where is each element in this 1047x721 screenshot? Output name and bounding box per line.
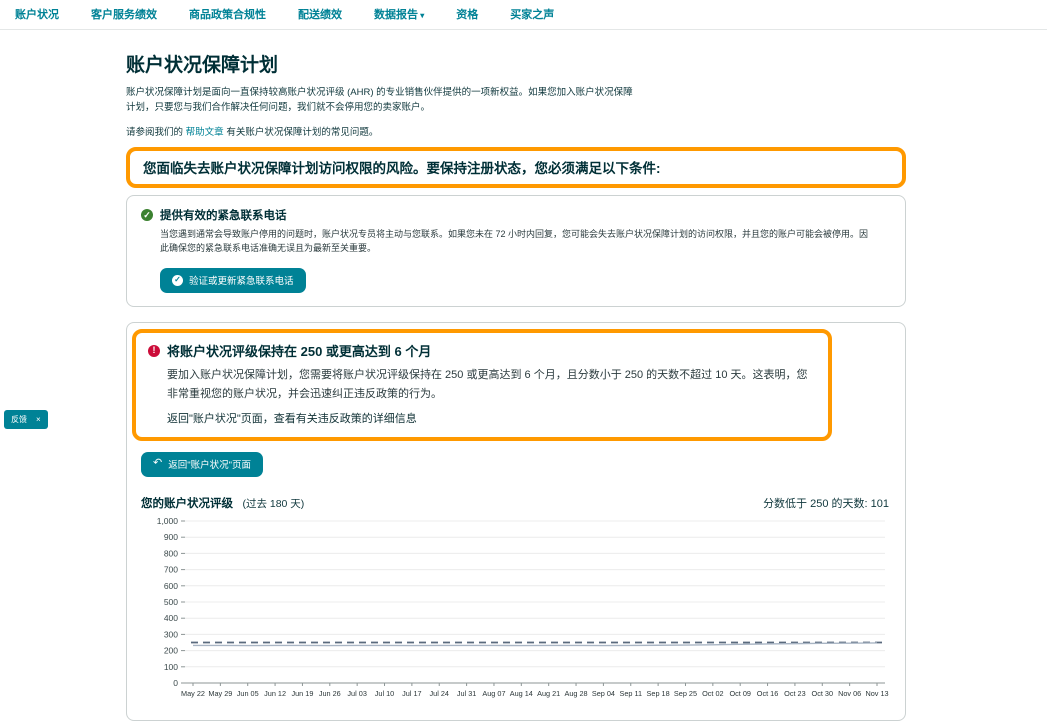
svg-text:Jul 10: Jul 10 [375,689,394,698]
svg-text:Oct 02: Oct 02 [702,689,724,698]
nav-item-6[interactable]: 资格 [456,6,478,22]
svg-text:200: 200 [164,645,178,655]
svg-text:400: 400 [164,613,178,623]
risk-warning-highlight: 您面临失去账户状况保障计划访问权限的风险。要保持注册状态，您必须满足以下条件: [126,147,906,189]
help-suffix: 有关账户状况保障计划的常见问题。 [226,127,379,139]
rating-requirement-highlight: ! 将账户状况评级保持在 250 或更高达到 6 个月 要加入账户状况保障计划，… [132,329,832,441]
chart-header: 您的账户状况评级 (过去 180 天) 分数低于 250 的天数: 101 [141,494,889,512]
svg-text:Sep 11: Sep 11 [619,689,642,698]
verify-contact-button[interactable]: ✓ 验证或更新紧急联系电话 [160,268,306,294]
nav-item-1[interactable]: 账户状况 [15,6,59,22]
verify-contact-button-label: 验证或更新紧急联系电话 [189,276,294,288]
emergency-contact-body: 当您遇到通常会导致账户停用的问题时，账户状况专员将主动与您联系。如果您未在 72… [160,229,869,254]
nav-item-2[interactable]: 客户服务绩效 [91,6,157,22]
return-arrow-icon: ↶ [153,457,163,470]
nav-item-5[interactable]: 数据报告 ▾ [374,6,424,22]
svg-text:Oct 09: Oct 09 [729,689,751,698]
chevron-down-icon: ▾ [418,11,425,20]
svg-text:Sep 04: Sep 04 [592,689,615,698]
svg-text:Aug 28: Aug 28 [564,689,587,698]
feedback-button[interactable]: 反馈 × [4,410,48,429]
svg-text:1,000: 1,000 [157,516,179,526]
emergency-contact-card-header: ✓ 提供有效的紧急联系电话 [141,207,891,223]
svg-text:Aug 21: Aug 21 [537,689,560,698]
check-icon: ✓ [172,274,183,286]
svg-text:Jun 19: Jun 19 [291,689,313,698]
emergency-contact-title: 提供有效的紧急联系电话 [160,210,287,223]
svg-text:Nov 06: Nov 06 [838,689,861,698]
success-check-icon: ✓ [141,209,153,222]
svg-text:Sep 25: Sep 25 [674,689,697,698]
chart-title: 您的账户状况评级 [141,497,233,510]
close-icon[interactable]: × [36,415,41,424]
svg-text:Jul 03: Jul 03 [347,689,366,698]
chart-title-group: 您的账户状况评级 (过去 180 天) [141,494,304,512]
policy-violations-link[interactable]: 返回"账户状况"页面，查看有关违反政策的详细信息 [167,410,816,426]
svg-text:Jun 26: Jun 26 [319,689,341,698]
svg-text:Oct 30: Oct 30 [812,689,834,698]
svg-text:May 22: May 22 [181,689,205,698]
rating-requirement-card: ! 将账户状况评级保持在 250 或更高达到 6 个月 要加入账户状况保障计划，… [126,322,906,721]
risk-warning-headline: 您面临失去账户状况保障计划访问权限的风险。要保持注册状态，您必须满足以下条件: [143,161,661,177]
svg-text:Oct 16: Oct 16 [757,689,779,698]
emergency-contact-card: ✓ 提供有效的紧急联系电话 当您遇到通常会导致账户停用的问题时，账户状况专员将主… [126,195,906,308]
svg-text:0: 0 [173,678,178,688]
feedback-label: 反馈 [11,415,27,424]
svg-text:800: 800 [164,548,178,558]
svg-text:Nov 13: Nov 13 [865,689,888,698]
nav-item-3[interactable]: 商品政策合规性 [189,6,266,22]
svg-text:500: 500 [164,597,178,607]
svg-text:Jun 12: Jun 12 [264,689,286,698]
nav-item-7[interactable]: 买家之声 [510,6,554,22]
svg-text:Jul 31: Jul 31 [457,689,476,698]
chart-subtitle: (过去 180 天) [242,497,305,510]
svg-text:Jun 05: Jun 05 [237,689,259,698]
nav-item-4[interactable]: 配送绩效 [298,6,342,22]
help-article-link[interactable]: 帮助文章 [186,127,224,138]
svg-text:700: 700 [164,564,178,574]
svg-text:100: 100 [164,661,178,671]
main-content: 账户状况保障计划 账户状况保障计划是面向一直保持较高账户状况评级 (AHR) 的… [126,50,906,721]
svg-text:600: 600 [164,580,178,590]
svg-text:Jul 17: Jul 17 [402,689,421,698]
days-below-250-note: 分数低于 250 的天数: 101 [763,497,889,510]
svg-text:Aug 07: Aug 07 [482,689,505,698]
page-title: 账户状况保障计划 [126,55,279,76]
svg-text:Jul 24: Jul 24 [429,689,448,698]
rating-requirement-header: ! 将账户状况评级保持在 250 或更高达到 6 个月 [148,341,816,360]
rating-requirement-title: 将账户状况评级保持在 250 或更高达到 6 个月 [167,344,432,360]
help-line: 请参阅我们的 帮助文章 有关账户状况保障计划的常见问题。 [126,124,906,138]
svg-text:Oct 23: Oct 23 [784,689,806,698]
rating-requirement-body: 要加入账户状况保障计划，您需要将账户状况评级保持在 250 或更高达到 6 个月… [167,369,808,400]
svg-text:May 29: May 29 [208,689,232,698]
alert-exclamation-icon: ! [148,344,160,357]
svg-text:300: 300 [164,629,178,639]
intro-text: 账户状况保障计划是面向一直保持较高账户状况评级 (AHR) 的专业销售伙伴提供的… [126,87,633,113]
svg-text:900: 900 [164,532,178,542]
return-account-health-button[interactable]: ↶ 返回"账户状况"页面 [141,451,263,477]
account-health-nav: 账户状况 客户服务绩效 商品政策合规性 配送绩效 数据报告 ▾ 资格 买家之声 [0,0,1047,30]
help-prefix: 请参阅我们的 [126,127,184,139]
svg-text:Sep 18: Sep 18 [647,689,670,698]
return-account-health-button-label: 返回"账户状况"页面 [168,459,251,471]
svg-text:Aug 14: Aug 14 [510,689,533,698]
ahr-line-chart: 0 100 200 300 400 500 600 700 800 900 1,000 May 22 M… [157,516,889,698]
